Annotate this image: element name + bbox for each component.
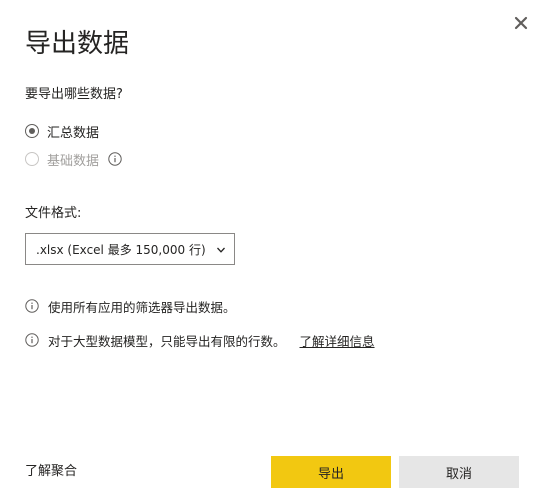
dialog-title: 导出数据 — [25, 29, 130, 59]
export-button[interactable]: 导出 — [271, 456, 391, 488]
radio-label-underlying: 基础数据 — [47, 153, 100, 169]
row-limit-note-text: 对于大型数据模型，只能导出有限的行数。 — [48, 333, 286, 349]
learn-aggregation-link[interactable]: 了解聚合 — [25, 463, 77, 481]
cancel-button[interactable]: 取消 — [399, 456, 519, 488]
filters-note: 使用所有应用的筛选器导出数据。 — [25, 297, 236, 315]
export-question: 要导出哪些数据? — [25, 87, 123, 102]
info-icon — [25, 333, 39, 347]
file-format-value: .xlsx (Excel 最多 150,000 行) — [36, 242, 206, 257]
radio-label-summarized: 汇总数据 — [47, 125, 100, 141]
radio-summarized-data[interactable]: 汇总数据 — [25, 121, 99, 141]
file-format-select[interactable]: .xlsx (Excel 最多 150,000 行) — [25, 233, 235, 265]
export-data-dialog: 导出数据 要导出哪些数据? 汇总数据 基础数据 文件格式: .xlsx (Exc… — [0, 0, 542, 500]
row-limit-note: 对于大型数据模型，只能导出有限的行数。 了解详细信息 — [25, 331, 375, 349]
radio-button-disabled — [25, 152, 39, 166]
learn-more-link[interactable]: 了解详细信息 — [300, 331, 375, 350]
info-icon[interactable] — [108, 152, 122, 166]
chevron-down-icon — [216, 245, 226, 255]
info-icon — [25, 299, 39, 313]
radio-underlying-data: 基础数据 — [25, 149, 122, 169]
filters-note-text: 使用所有应用的筛选器导出数据。 — [48, 299, 236, 315]
file-format-label: 文件格式: — [25, 206, 82, 221]
close-icon[interactable] — [512, 14, 530, 32]
radio-button-selected[interactable] — [25, 124, 39, 138]
